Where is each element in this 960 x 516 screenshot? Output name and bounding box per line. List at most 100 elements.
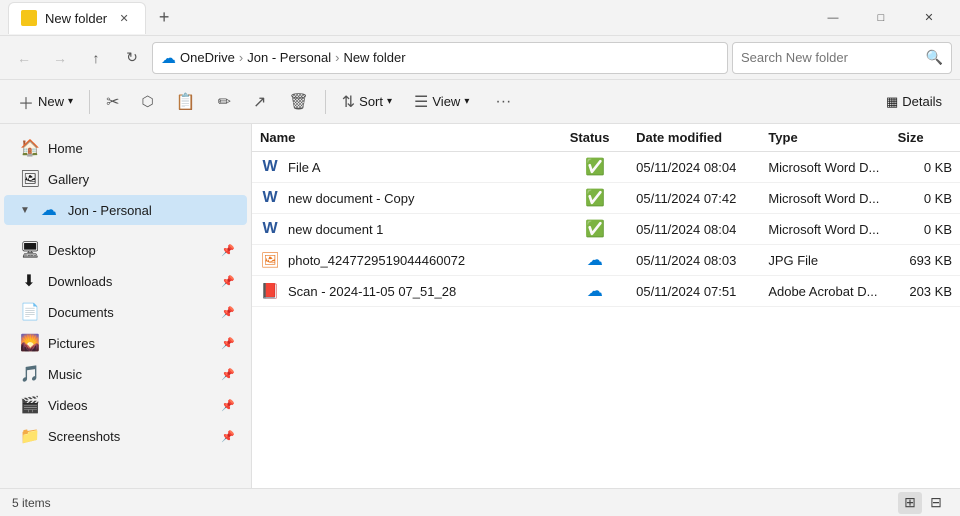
- column-header-status[interactable]: Status: [562, 124, 628, 152]
- new-icon: ＋: [18, 90, 34, 114]
- sidebar-item-documents[interactable]: 📄 Documents 📌: [4, 297, 247, 327]
- file-type: Microsoft Word D...: [760, 183, 889, 214]
- share-button[interactable]: ↗: [243, 88, 276, 116]
- tab-title: New folder: [45, 11, 107, 26]
- delete-button[interactable]: 🗑: [278, 88, 318, 116]
- file-name-cell: W new document - Copy: [260, 188, 554, 208]
- column-header-size[interactable]: Size: [890, 124, 960, 152]
- refresh-button[interactable]: ↻: [116, 42, 148, 74]
- rename-icon: ✏: [218, 92, 231, 112]
- file-name: photo_4247729519044460072: [288, 253, 465, 268]
- sidebar-item-jon-personal[interactable]: ▼ ☁ Jon - Personal: [4, 195, 247, 225]
- tab-folder-icon: [21, 10, 37, 26]
- rename-button[interactable]: ✏: [208, 88, 241, 116]
- breadcrumb-jon-personal[interactable]: Jon - Personal: [247, 50, 331, 65]
- view-list-button[interactable]: ⊟: [924, 492, 948, 514]
- sidebar-item-home[interactable]: 🏠 Home: [4, 133, 247, 163]
- breadcrumb-sep-1: ›: [239, 50, 243, 65]
- new-button[interactable]: ＋ New ▾: [8, 86, 83, 118]
- cut-icon: ✂: [106, 92, 119, 112]
- breadcrumb-onedrive[interactable]: ☁ OneDrive: [161, 49, 235, 67]
- sidebar-item-music-label: Music: [48, 367, 211, 382]
- details-button[interactable]: ▦ Details: [876, 90, 952, 114]
- synced-icon: ✅: [585, 190, 605, 207]
- sidebar-item-videos[interactable]: 🎬 Videos 📌: [4, 390, 247, 420]
- breadcrumb-jon-personal-label: Jon - Personal: [247, 50, 331, 65]
- cut-button[interactable]: ✂: [96, 88, 129, 116]
- file-name: File A: [288, 160, 321, 175]
- file-name-cell: 🖼 photo_4247729519044460072: [260, 250, 554, 270]
- up-button[interactable]: ↑: [80, 42, 112, 74]
- delete-icon: 🗑: [288, 92, 308, 112]
- paste-button[interactable]: 📋: [166, 88, 206, 116]
- breadcrumb-sep-2: ›: [335, 50, 339, 65]
- view-dropdown-icon: ▾: [464, 96, 469, 107]
- share-icon: ↗: [253, 92, 266, 112]
- forward-button[interactable]: →: [44, 42, 76, 74]
- view-grid-button[interactable]: ⊞: [898, 492, 922, 514]
- file-date: 05/11/2024 07:42: [628, 183, 760, 214]
- sidebar-item-pictures[interactable]: 🌄 Pictures 📌: [4, 328, 247, 358]
- sidebar-item-downloads-label: Downloads: [48, 274, 211, 289]
- column-header-date[interactable]: Date modified: [628, 124, 760, 152]
- status-bar: 5 items ⊞ ⊟: [0, 488, 960, 516]
- details-icon: ▦: [886, 94, 898, 110]
- sort-button[interactable]: ⇅ Sort ▾: [332, 88, 402, 116]
- desktop-pin-icon: 📌: [221, 244, 235, 257]
- sidebar-item-screenshots-label: Screenshots: [48, 429, 211, 444]
- back-button[interactable]: ←: [8, 42, 40, 74]
- file-icon: 🖼: [260, 250, 280, 270]
- copy-button[interactable]: ⬡: [131, 89, 163, 114]
- expand-arrow: ▼: [20, 205, 30, 216]
- new-label: New: [38, 94, 64, 109]
- maximize-button[interactable]: □: [858, 2, 904, 34]
- tab-area: New folder ✕ +: [8, 2, 810, 34]
- copy-icon: ⬡: [141, 93, 153, 110]
- tab-close-btn[interactable]: ✕: [115, 9, 133, 27]
- table-row[interactable]: W new document 1 ✅ 05/11/2024 08:04 Micr…: [252, 214, 960, 245]
- new-dropdown-icon: ▾: [68, 96, 73, 107]
- search-box[interactable]: 🔍: [732, 42, 952, 74]
- sidebar-item-downloads[interactable]: ⬇ Downloads 📌: [4, 266, 247, 296]
- file-status: ☁: [562, 245, 628, 276]
- table-row[interactable]: 📕 Scan - 2024-11-05 07_51_28 ☁ 05/11/202…: [252, 276, 960, 307]
- table-row[interactable]: 🖼 photo_4247729519044460072 ☁ 05/11/2024…: [252, 245, 960, 276]
- more-button[interactable]: ···: [485, 89, 521, 115]
- sidebar-item-documents-label: Documents: [48, 305, 211, 320]
- minimize-button[interactable]: —: [810, 2, 856, 34]
- videos-pin-icon: 📌: [221, 399, 235, 412]
- sidebar-item-gallery-label: Gallery: [48, 172, 235, 187]
- breadcrumb-bar[interactable]: ☁ OneDrive › Jon - Personal › New folder: [152, 42, 728, 74]
- screenshots-icon: 📁: [20, 426, 38, 446]
- sidebar-item-gallery[interactable]: 🖼 Gallery: [4, 164, 247, 194]
- view-button[interactable]: ☰ View ▾: [404, 88, 479, 116]
- word-icon: W: [262, 158, 277, 176]
- close-button[interactable]: ✕: [906, 2, 952, 34]
- window-controls: — □ ✕: [810, 2, 952, 34]
- onedrive-sidebar-icon: ☁: [40, 200, 58, 220]
- pictures-icon: 🌄: [20, 333, 38, 353]
- breadcrumb-onedrive-label: OneDrive: [180, 50, 235, 65]
- file-date: 05/11/2024 08:03: [628, 245, 760, 276]
- file-status: ✅: [562, 152, 628, 183]
- sidebar-item-screenshots[interactable]: 📁 Screenshots 📌: [4, 421, 247, 451]
- search-input[interactable]: [741, 50, 920, 65]
- breadcrumb-new-folder[interactable]: New folder: [343, 50, 405, 65]
- new-tab-button[interactable]: +: [150, 4, 178, 32]
- file-type: Microsoft Word D...: [760, 152, 889, 183]
- desktop-icon: 🖥: [20, 240, 38, 260]
- column-header-type[interactable]: Type: [760, 124, 889, 152]
- paste-icon: 📋: [176, 92, 196, 112]
- sidebar-item-desktop[interactable]: 🖥 Desktop 📌: [4, 235, 247, 265]
- toolbar-separator-1: [89, 90, 90, 114]
- table-row[interactable]: W new document - Copy ✅ 05/11/2024 07:42…: [252, 183, 960, 214]
- active-tab[interactable]: New folder ✕: [8, 2, 146, 34]
- view-label: View: [432, 94, 460, 109]
- column-header-name[interactable]: Name: [252, 124, 562, 152]
- file-date: 05/11/2024 08:04: [628, 152, 760, 183]
- sidebar-item-music[interactable]: 🎵 Music 📌: [4, 359, 247, 389]
- file-status: ☁: [562, 276, 628, 307]
- table-row[interactable]: W File A ✅ 05/11/2024 08:04 Microsoft Wo…: [252, 152, 960, 183]
- breadcrumb-new-folder-label: New folder: [343, 50, 405, 65]
- file-table: Name Status Date modified Type Size W Fi…: [252, 124, 960, 307]
